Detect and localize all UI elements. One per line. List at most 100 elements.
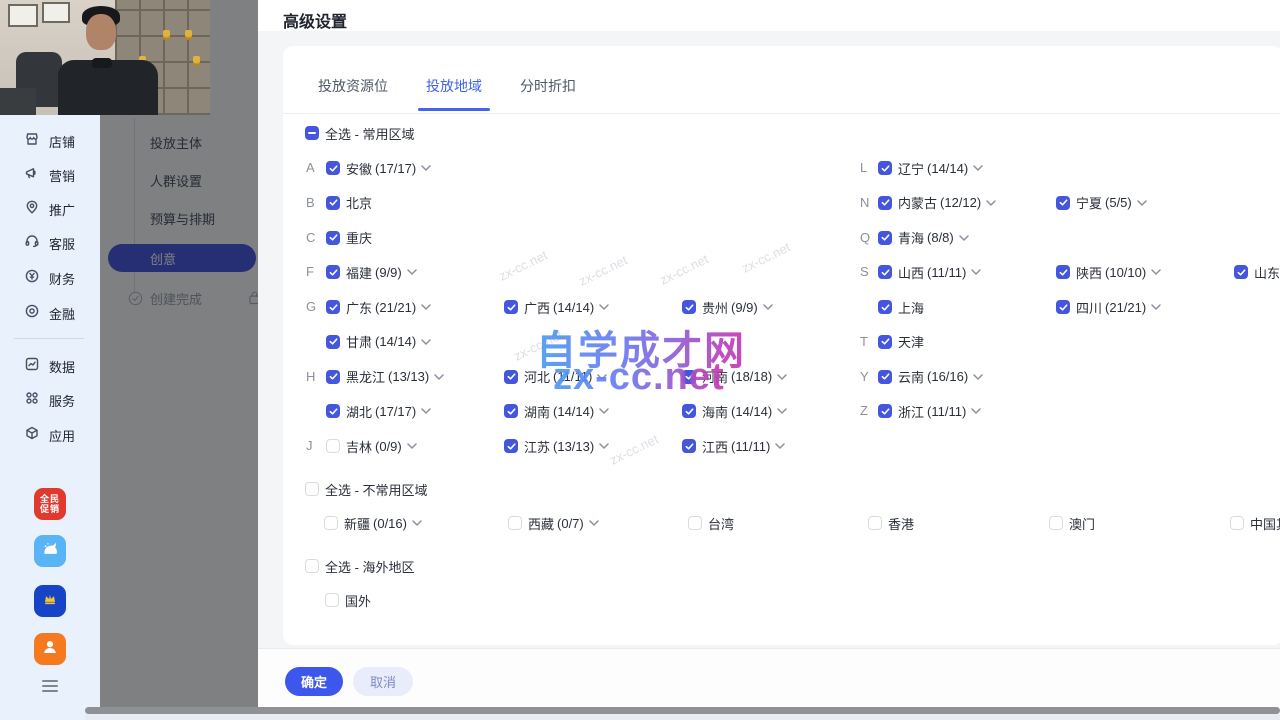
checkbox-checked[interactable] <box>682 404 696 418</box>
chevron-down-icon[interactable] <box>421 408 431 414</box>
chevron-down-icon[interactable] <box>599 443 609 449</box>
chevron-down-icon[interactable] <box>421 165 431 171</box>
region-item[interactable]: 山东(1 <box>1234 259 1280 285</box>
checkbox-checked[interactable] <box>682 300 696 314</box>
chevron-down-icon[interactable] <box>597 374 607 380</box>
checkbox-checked[interactable] <box>878 161 892 175</box>
region-item[interactable]: 内蒙古(12/12) <box>878 190 996 216</box>
region-item[interactable]: 香港 <box>868 510 914 536</box>
checkbox-checked[interactable] <box>326 161 340 175</box>
region-item[interactable]: 云南(16/16) <box>878 364 983 390</box>
chevron-down-icon[interactable] <box>763 304 773 310</box>
region-item[interactable]: 贵州(9/9) <box>682 294 773 320</box>
checkbox-checked[interactable] <box>326 300 340 314</box>
checkbox-unchecked[interactable] <box>325 593 339 607</box>
region-item[interactable]: 浙江(11/11) <box>878 398 981 424</box>
region-item[interactable]: 江苏(13/13) <box>504 433 609 459</box>
sidebar-item-apps[interactable]: 应用 <box>0 425 100 445</box>
region-item[interactable]: 天津 <box>878 329 924 355</box>
checkbox-unchecked[interactable] <box>324 516 338 530</box>
checkbox-checked[interactable] <box>878 370 892 384</box>
checkbox-checked[interactable] <box>326 404 340 418</box>
select-all-uncommon[interactable]: 全选 - 不常用区域 <box>305 476 428 502</box>
checkbox-unchecked[interactable] <box>305 482 319 496</box>
region-item[interactable]: 西藏(0/7) <box>508 510 599 536</box>
sidebar-app-whale-app[interactable] <box>34 535 66 567</box>
checkbox-checked[interactable] <box>878 196 892 210</box>
chevron-down-icon[interactable] <box>777 408 787 414</box>
checkbox-checked[interactable] <box>878 335 892 349</box>
chevron-down-icon[interactable] <box>407 269 417 275</box>
region-item[interactable]: 宁夏(5/5) <box>1056 190 1147 216</box>
checkbox-unchecked[interactable] <box>326 439 340 453</box>
chevron-down-icon[interactable] <box>775 443 785 449</box>
chevron-down-icon[interactable] <box>589 520 599 526</box>
checkbox-checked[interactable] <box>682 439 696 453</box>
checkbox-unchecked[interactable] <box>868 516 882 530</box>
region-item[interactable]: 黑龙江(13/13) <box>326 364 444 390</box>
region-item[interactable]: 上海 <box>878 294 924 320</box>
checkbox-checked[interactable] <box>504 300 518 314</box>
chevron-down-icon[interactable] <box>1151 269 1161 275</box>
checkbox-checked[interactable] <box>878 404 892 418</box>
region-item[interactable]: 四川(21/21) <box>1056 294 1161 320</box>
region-item[interactable]: 新疆(0/16) <box>324 510 422 536</box>
sidebar-item-shop[interactable]: 店铺 <box>0 131 100 151</box>
checkbox-checked[interactable] <box>1056 265 1070 279</box>
chevron-down-icon[interactable] <box>971 408 981 414</box>
checkbox-checked[interactable] <box>878 300 892 314</box>
checkbox-checked[interactable] <box>682 370 696 384</box>
sidebar-app-crown-app[interactable] <box>34 585 66 617</box>
chevron-down-icon[interactable] <box>434 374 444 380</box>
region-item[interactable]: 山西(11/11) <box>878 259 981 285</box>
chevron-down-icon[interactable] <box>986 200 996 206</box>
checkbox-checked[interactable] <box>326 265 340 279</box>
chevron-down-icon[interactable] <box>412 520 422 526</box>
sidebar-item-data[interactable]: 数据 <box>0 356 100 376</box>
region-item[interactable]: 海南(14/14) <box>682 398 787 424</box>
region-item[interactable]: 河北(11/11) <box>504 364 607 390</box>
checkbox-unchecked[interactable] <box>508 516 522 530</box>
sidebar-item-services[interactable]: 服务 <box>0 390 100 410</box>
chevron-down-icon[interactable] <box>421 304 431 310</box>
region-item[interactable]: 福建(9/9) <box>326 259 417 285</box>
checkbox-indeterminate[interactable] <box>305 126 319 140</box>
checkbox-checked[interactable] <box>504 370 518 384</box>
chevron-down-icon[interactable] <box>407 443 417 449</box>
checkbox-checked[interactable] <box>326 231 340 245</box>
chevron-down-icon[interactable] <box>959 235 969 241</box>
region-item[interactable]: 重庆 <box>326 225 372 251</box>
sidebar-app-person-app[interactable] <box>34 633 66 665</box>
cancel-button[interactable]: 取消 <box>353 667 413 696</box>
chevron-down-icon[interactable] <box>777 374 787 380</box>
region-item[interactable]: 广西(14/14) <box>504 294 609 320</box>
sidebar-item-promotion[interactable]: 推广 <box>0 199 100 219</box>
checkbox-unchecked[interactable] <box>688 516 702 530</box>
region-item[interactable]: 青海(8/8) <box>878 225 969 251</box>
chevron-down-icon[interactable] <box>599 304 609 310</box>
checkbox-unchecked[interactable] <box>1049 516 1063 530</box>
chevron-down-icon[interactable] <box>1137 200 1147 206</box>
region-item[interactable]: 甘肃(14/14) <box>326 329 431 355</box>
region-item[interactable]: 河南(18/18) <box>682 364 787 390</box>
chevron-down-icon[interactable] <box>973 374 983 380</box>
region-item[interactable]: 辽宁(14/14) <box>878 155 983 181</box>
chevron-down-icon[interactable] <box>421 339 431 345</box>
region-item[interactable]: 北京 <box>326 190 372 216</box>
checkbox-checked[interactable] <box>326 196 340 210</box>
checkbox-checked[interactable] <box>504 404 518 418</box>
select-all-common[interactable]: 全选 - 常用区域 <box>305 120 415 146</box>
chevron-down-icon[interactable] <box>973 165 983 171</box>
region-item[interactable]: 江西(11/11) <box>682 433 785 459</box>
checkbox-checked[interactable] <box>504 439 518 453</box>
select-all-overseas[interactable]: 全选 - 海外地区 <box>305 553 415 579</box>
sidebar-item-finance[interactable]: 财务 <box>0 268 100 288</box>
region-item[interactable]: 湖南(14/14) <box>504 398 609 424</box>
region-item[interactable]: 吉林(0/9) <box>326 433 417 459</box>
confirm-button[interactable]: 确定 <box>285 667 343 696</box>
chevron-down-icon[interactable] <box>1151 304 1161 310</box>
sidebar-app-promo-app[interactable]: 全民促销 <box>34 488 66 520</box>
checkbox-checked[interactable] <box>1056 196 1070 210</box>
collapse-menu-icon[interactable] <box>42 680 58 692</box>
region-item[interactable]: 陕西(10/10) <box>1056 259 1161 285</box>
